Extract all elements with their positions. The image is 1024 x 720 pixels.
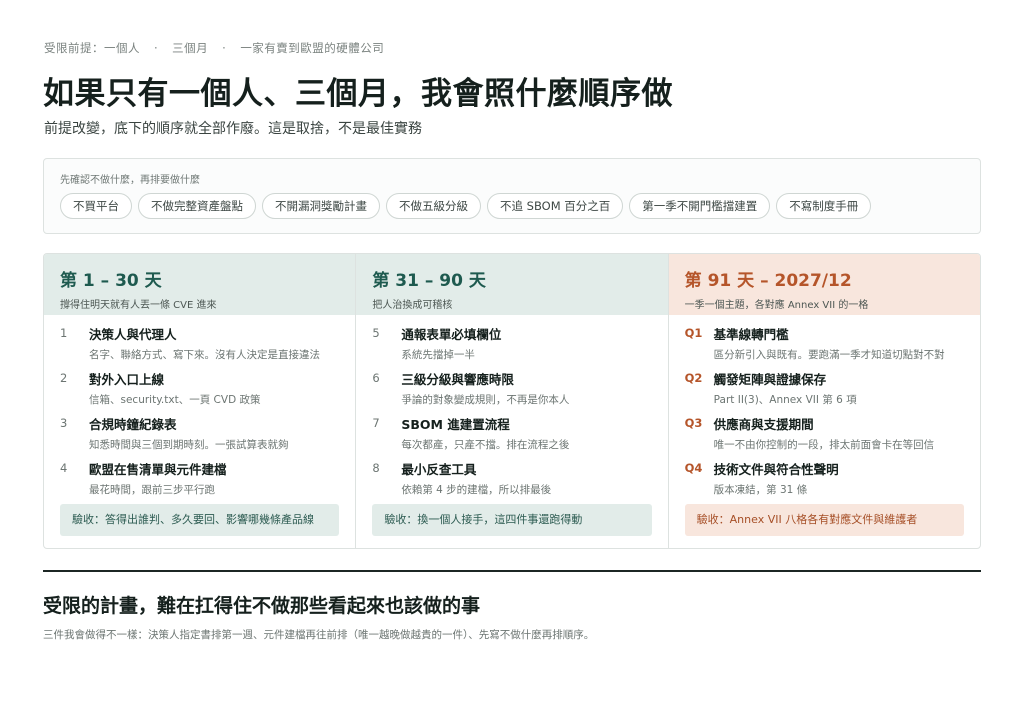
item-number: 3	[60, 416, 68, 430]
item-description: 名字、聯絡方式、寫下來。沒有人決定是直接違法	[89, 349, 320, 361]
item-title: 合規時鐘紀錄表	[89, 417, 177, 432]
item-number: 1	[60, 326, 68, 340]
list-item: 1 決策人與代理人名字、聯絡方式、寫下來。沒有人決定是直接違法	[60, 324, 339, 369]
acceptance-note: 驗收：換一個人接手，這四件事還跑得動	[372, 504, 652, 536]
item-title: 最小反查工具	[401, 462, 477, 477]
item-number: 2	[60, 371, 68, 385]
dont-list-panel: 先確認不做什麼，再排要做什麼 不買平台 不做完整資產盤點 不開漏洞獎勵計畫 不做…	[43, 158, 981, 234]
item-number: Q3	[684, 416, 703, 430]
phase-items: 5 通報表單必填欄位 系統先擋掉一半 6 三級分級與響應時限爭論的對象變成規則，不…	[356, 315, 667, 504]
item-number: Q2	[684, 371, 703, 385]
dont-chip: 不追 SBOM 百分之百	[487, 193, 624, 219]
list-item: Q4 技術文件與符合性聲明 版本凍結，第 31 條	[685, 459, 964, 504]
page-title: 如果只有一個人、三個月，我會照什麼順序做	[43, 76, 673, 112]
phase-header: 第 1 – 30 天 撐得住明天就有人丟一條 CVE 進來	[44, 254, 356, 315]
phase-subtitle: 一季一個主題，各對應 Annex VII 的一格	[684, 300, 869, 311]
list-item: 2 對外入口上線信箱、security.txt、一頁 CVD 政策	[60, 369, 339, 414]
item-number: 4	[60, 461, 68, 475]
dont-chip: 不寫制度手冊	[776, 193, 872, 219]
phase-header: 第 31 – 90 天 把人治換成可稽核	[356, 254, 668, 315]
dont-chip: 不做五級分級	[386, 193, 481, 219]
item-number: Q1	[684, 326, 703, 340]
list-item: 7 SBOM 進建置流程每次都產，只產不擋。排在流程之後	[372, 414, 651, 459]
item-title: SBOM 進建置流程	[401, 417, 510, 432]
dont-chip: 不做完整資產盤點	[138, 193, 256, 219]
kicker-separator: ·	[222, 41, 227, 55]
footer-title: 受限的計畫，難在扛得住不做那些看起來也該做的事	[43, 595, 481, 617]
item-title: 基準線轉門檻	[713, 327, 789, 342]
dont-chip: 不開漏洞獎勵計畫	[262, 193, 380, 219]
item-description: 依賴第 4 步的建檔，所以排最後	[401, 484, 552, 496]
item-title: 歐盟在售清單與元件建檔	[89, 462, 227, 477]
dont-list-chips: 不買平台 不做完整資產盤點 不開漏洞獎勵計畫 不做五級分級 不追 SBOM 百分…	[60, 193, 872, 219]
phase-1-column: 第 1 – 30 天 撐得住明天就有人丟一條 CVE 進來 1 決策人與代理人名…	[44, 254, 357, 548]
item-title: 對外入口上線	[89, 372, 165, 387]
phase-2-column: 第 31 – 90 天 把人治換成可稽核 5 通報表單必填欄位 系統先擋掉一半 6…	[356, 254, 669, 548]
item-description: 每次都產，只產不擋。排在流程之後	[401, 439, 570, 451]
phase-3-column: 第 91 天 – 2027/12 一季一個主題，各對應 Annex VII 的一…	[668, 254, 980, 548]
kicker-constraint-company: 一家有賣到歐盟的硬體公司	[240, 41, 385, 55]
item-title: 觸發矩陣與證據保存	[713, 372, 827, 387]
list-item: Q2 觸發矩陣與證據保存 Part II(3)、Annex VII 第 6 項	[685, 369, 964, 414]
list-item: 5 通報表單必填欄位 系統先擋掉一半	[372, 324, 651, 369]
item-description: 版本凍結，第 31 條	[713, 484, 808, 496]
item-description: 系統先擋掉一半	[401, 349, 475, 361]
item-description: Part II(3)、Annex VII 第 6 項	[713, 394, 857, 406]
list-item: 4 歐盟在售清單與元件建檔 最花時間，跟前三步平行跑	[60, 459, 339, 504]
item-description: 知悉時間與三個到期時刻。一張試算表就夠	[89, 439, 289, 451]
phase-subtitle: 撐得住明天就有人丟一條 CVE 進來	[60, 300, 217, 311]
list-item: Q3 供應商與支援期間唯一不由你控制的一段，排太前面會卡在等回信	[685, 414, 964, 459]
kicker-constraint-person: 受限前提：一個人	[44, 41, 140, 55]
item-title: 技術文件與符合性聲明	[713, 462, 839, 477]
item-description: 唯一不由你控制的一段，排太前面會卡在等回信	[713, 439, 935, 451]
kicker: 受限前提：一個人 · 三個月 · 一家有賣到歐盟的硬體公司	[44, 40, 384, 56]
item-description: 爭論的對象變成規則，不再是你本人	[401, 394, 570, 406]
item-title: 供應商與支援期間	[713, 417, 814, 432]
footer-text: 三件我會做得不一樣：決策人指定書排第一週、元件建檔再往前排（唯一越晚做越貴的一件…	[43, 629, 595, 641]
acceptance-note: 驗收：Annex VII 八格各有對應文件與維護者	[684, 504, 964, 536]
section-divider	[43, 570, 981, 572]
page-subtitle: 前提改變，底下的順序就全部作廢。這是取捨，不是最佳實務	[44, 121, 422, 137]
item-title: 決策人與代理人	[89, 327, 177, 342]
phase-items: Q1 基準線轉門檻區分新引入與既有。要跑滿一季才知道切點對不對 Q2 觸發矩陣與…	[669, 315, 980, 504]
item-description: 區分新引入與既有。要跑滿一季才知道切點對不對	[713, 349, 945, 361]
item-number: 5	[372, 326, 380, 340]
dont-chip: 不買平台	[60, 193, 132, 219]
item-title: 三級分級與響應時限	[401, 372, 514, 387]
kicker-separator: ·	[154, 41, 159, 55]
phase-header: 第 91 天 – 2027/12 一季一個主題，各對應 Annex VII 的一…	[668, 254, 980, 315]
list-item: 3 合規時鐘紀錄表知悉時間與三個到期時刻。一張試算表就夠	[60, 414, 339, 459]
item-number: 8	[372, 461, 380, 475]
phase-title: 第 91 天 – 2027/12	[684, 271, 852, 291]
item-description: 信箱、security.txt、一頁 CVD 政策	[89, 394, 261, 406]
list-item: Q1 基準線轉門檻區分新引入與既有。要跑滿一季才知道切點對不對	[685, 324, 964, 369]
kicker-constraint-time: 三個月	[172, 41, 209, 55]
item-description: 最花時間，跟前三步平行跑	[89, 484, 215, 496]
phase-title: 第 1 – 30 天	[60, 271, 162, 291]
phase-columns: 第 1 – 30 天 撐得住明天就有人丟一條 CVE 進來 1 決策人與代理人名…	[43, 253, 981, 549]
item-number: 7	[372, 416, 380, 430]
dont-list-label: 先確認不做什麼，再排要做什麼	[60, 175, 200, 186]
item-title: 通報表單必填欄位	[401, 327, 502, 342]
phase-items: 1 決策人與代理人名字、聯絡方式、寫下來。沒有人決定是直接違法 2 對外入口上線…	[44, 315, 355, 504]
phase-title: 第 31 – 90 天	[372, 271, 486, 291]
list-item: 6 三級分級與響應時限爭論的對象變成規則，不再是你本人	[372, 369, 651, 414]
dont-chip: 第一季不開門檻擋建置	[629, 193, 771, 219]
phase-subtitle: 把人治換成可稽核	[372, 300, 453, 311]
item-number: 6	[372, 371, 380, 385]
acceptance-note: 驗收：答得出誰判、多久要回、影響哪幾條產品線	[60, 504, 340, 536]
item-number: Q4	[684, 461, 703, 475]
list-item: 8 最小反查工具依賴第 4 步的建檔，所以排最後	[372, 459, 651, 504]
